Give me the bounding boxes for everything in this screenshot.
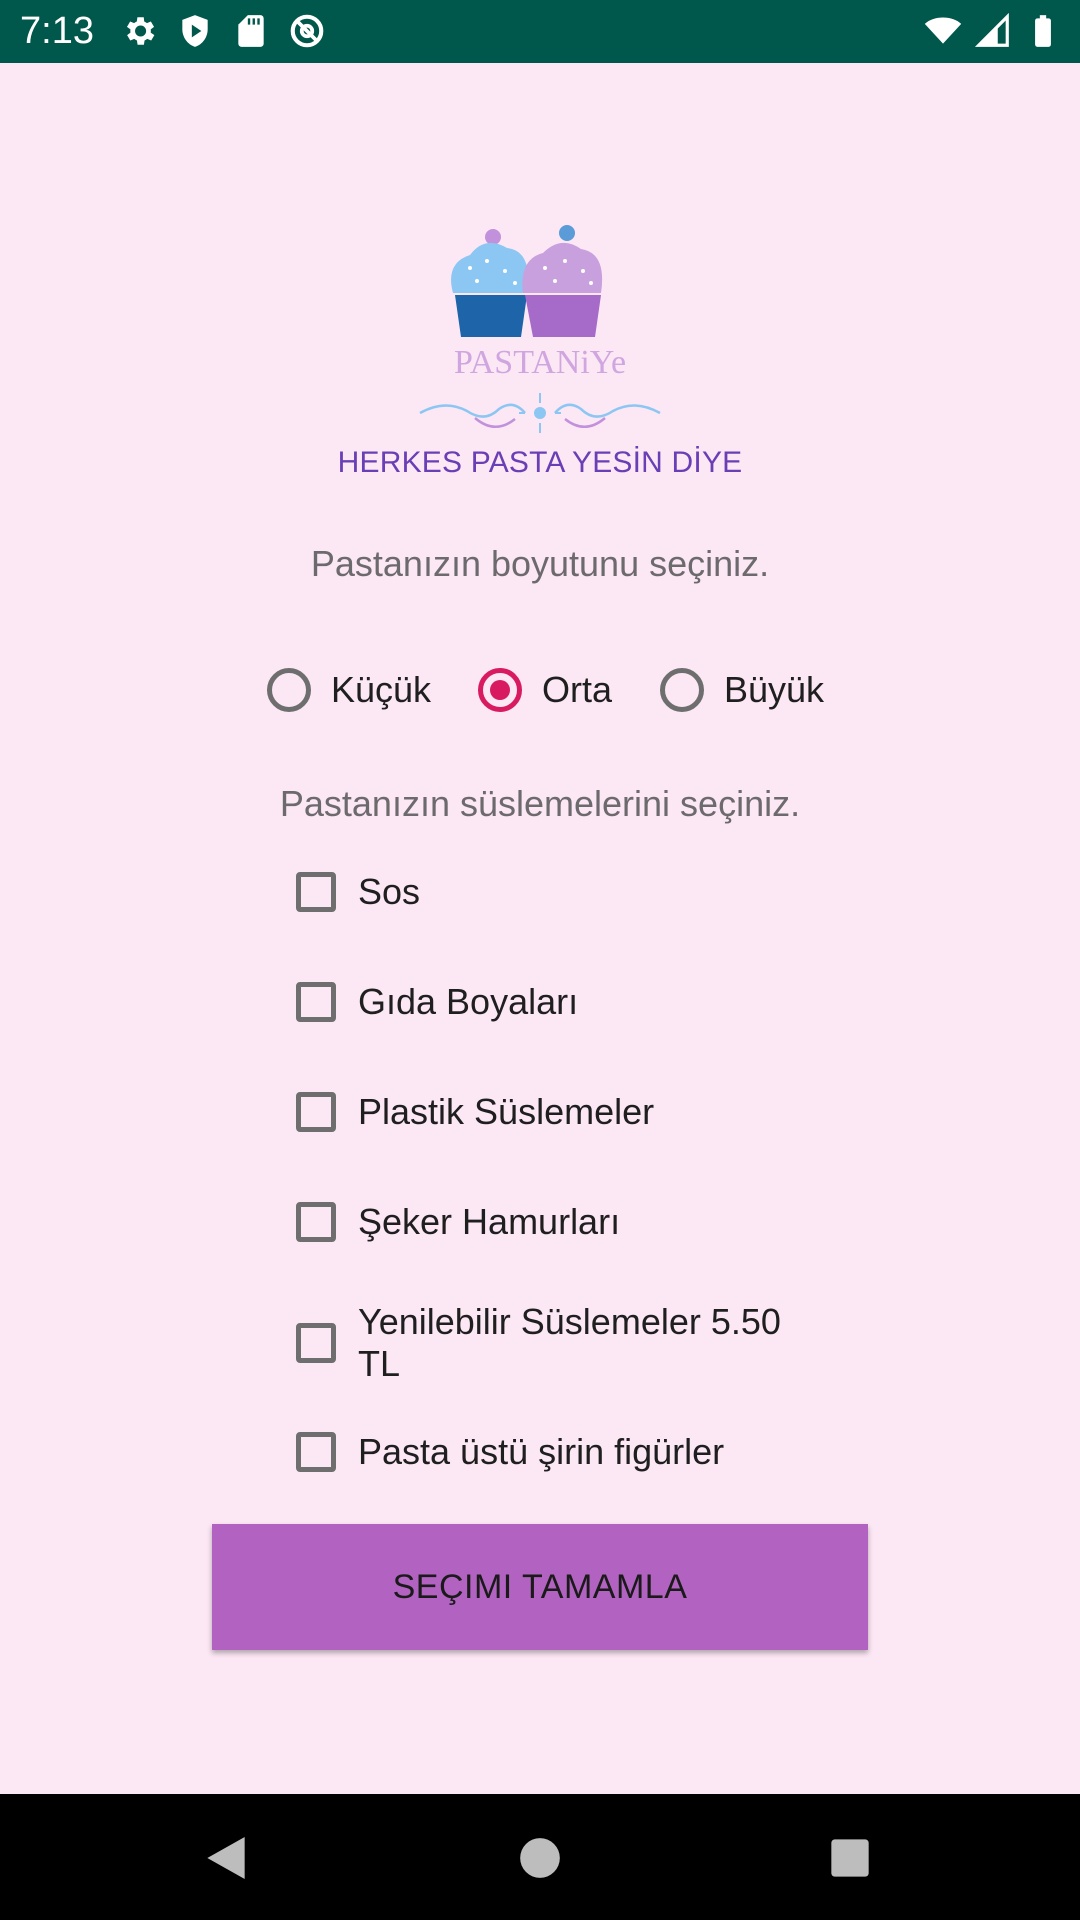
at-sign-icon (290, 14, 324, 48)
checkbox-label-seker-hamurlari: Şeker Hamurları (358, 1201, 621, 1242)
checkbox-seker-hamurlari[interactable] (296, 1202, 336, 1242)
checkbox-item-seker-hamurlari[interactable]: Şeker Hamurları (296, 1201, 818, 1243)
radio-button-buyuk[interactable] (660, 668, 704, 712)
radio-label-kucuk: Küçük (331, 669, 432, 710)
checkbox-plastik-suslemeler[interactable] (296, 1092, 336, 1132)
radio-option-buyuk[interactable]: Büyük (660, 655, 824, 725)
radio-option-orta[interactable]: Orta (478, 655, 612, 725)
checkbox-label-yenilebilir-suslemeler: Yenilebilir Süslemeler 5.50 TL (358, 1301, 818, 1385)
status-icons-right (924, 12, 1062, 50)
recents-icon[interactable] (822, 1830, 878, 1886)
status-icons-left (120, 12, 326, 50)
checkbox-item-yenilebilir-suslemeler[interactable]: Yenilebilir Süslemeler 5.50 TL (296, 1301, 818, 1385)
checkbox-sos[interactable] (296, 872, 336, 912)
radio-option-kucuk[interactable]: Küçük (267, 655, 431, 725)
decoration-prompt: Pastanızın süslemelerini seçiniz. (279, 783, 801, 824)
cell-signal-icon (974, 12, 1009, 47)
radio-label-orta: Orta (542, 669, 613, 710)
logo-brand-text: PASTANiYe (454, 344, 626, 381)
navigation-bar (0, 1794, 1080, 1920)
checkbox-label-pasta-ustu-figurler: Pasta üstü şirin figürler (358, 1431, 725, 1472)
checkbox-label-line2: TL (358, 1343, 401, 1384)
battery-icon (1035, 15, 1051, 47)
play-protect-icon (182, 15, 208, 47)
checkbox-item-sos[interactable]: Sos (296, 871, 818, 913)
home-icon[interactable] (512, 1830, 568, 1886)
radio-button-orta[interactable] (478, 668, 522, 712)
radio-label-buyuk: Büyük (724, 669, 825, 710)
back-icon[interactable] (198, 1830, 254, 1886)
size-radio-group: Küçük Orta Büyük (0, 655, 1080, 725)
checkbox-label-line1: Yenilebilir Süslemeler 5.50 (358, 1301, 781, 1342)
checkbox-yenilebilir-suslemeler[interactable] (296, 1323, 336, 1363)
checkbox-label-sos: Sos (358, 871, 421, 912)
wifi-icon (924, 17, 962, 44)
size-prompt: Pastanızın boyutunu seçiniz. (310, 543, 770, 584)
checkbox-label-gida-boyalari: Gıda Boyaları (358, 981, 579, 1022)
gear-icon (126, 17, 155, 45)
checkbox-item-plastik-suslemeler[interactable]: Plastik Süslemeler (296, 1091, 818, 1133)
checkbox-item-pasta-ustu-figurler[interactable]: Pasta üstü şirin figürler (296, 1431, 818, 1473)
checkbox-gida-boyalari[interactable] (296, 982, 336, 1022)
status-bar: 7:13 (0, 0, 1080, 63)
tagline: HERKES PASTA YESİN DİYE (337, 446, 743, 479)
main-content: PASTANiYe HERKES PASTA YESİN DİYE Pastan… (0, 63, 1080, 1794)
sd-card-icon (238, 15, 264, 47)
status-time: 7:13 (20, 10, 94, 52)
checkbox-pasta-ustu-figurler[interactable] (296, 1432, 336, 1472)
pastaniye-logo: PASTANiYe (419, 225, 661, 433)
complete-selection-button[interactable]: SEÇIMI TAMAMLA (212, 1524, 868, 1650)
checkbox-label-plastik-suslemeler: Plastik Süslemeler (358, 1091, 655, 1132)
radio-button-kucuk[interactable] (267, 668, 311, 712)
checkbox-item-gida-boyalari[interactable]: Gıda Boyaları (296, 981, 818, 1023)
